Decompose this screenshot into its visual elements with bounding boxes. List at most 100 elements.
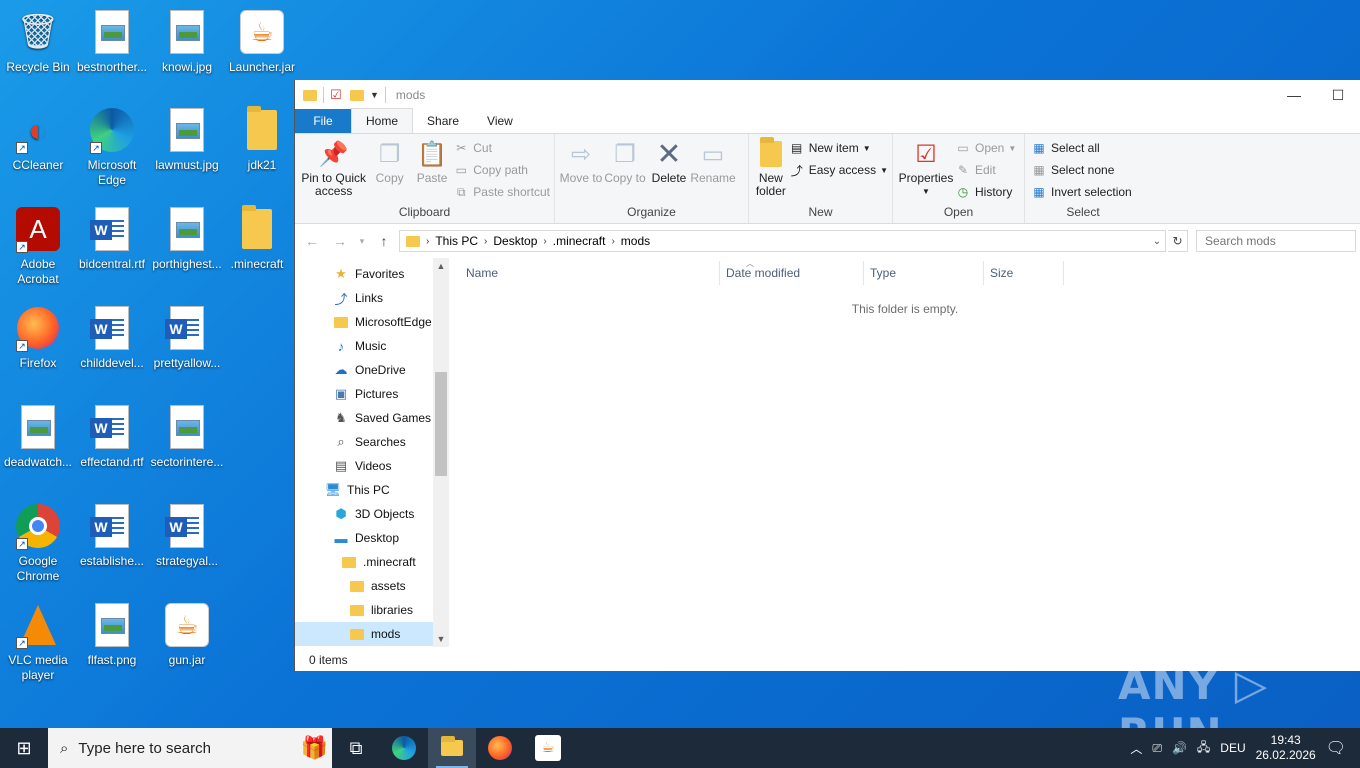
nav-item-microsoftedge[interactable]: MicrosoftEdge [295,310,449,334]
desktop-icon-lawmust[interactable]: lawmust.jpg [149,106,225,173]
nav-item-3d-objects[interactable]: ⬢ 3D Objects [295,502,449,526]
nav-item-assets[interactable]: assets [295,574,449,598]
nav-item-links[interactable]: ⤴ Links [295,286,449,310]
nav-item-searches[interactable]: ⌕ Searches [295,430,449,454]
taskbar-edge-icon[interactable] [380,728,428,768]
language-indicator[interactable]: DEU [1220,741,1245,755]
desktop-icon-vlc[interactable]: ↗ VLC media player [0,601,76,683]
desktop-icon-knowi[interactable]: knowi.jpg [149,8,225,75]
tab-view[interactable]: View [473,109,527,133]
desktop-icon-microsoft-edge[interactable]: ↗ Microsoft Edge [74,106,150,188]
chevron-down-icon[interactable]: ⌄ [1149,236,1165,247]
scroll-up-icon[interactable]: ▲ [433,258,449,274]
chevron-right-icon[interactable]: › [484,236,487,247]
minimize-icon[interactable]: — [1272,80,1316,110]
taskbar-java-icon[interactable]: ☕ [524,728,572,768]
network-icon[interactable]: 🖧 [1197,738,1210,759]
scroll-down-icon[interactable]: ▼ [433,631,449,647]
new-item-button[interactable]: ▤ New item ▼ [789,140,888,156]
desktop-icon-recycle-bin[interactable]: 🗑 Recycle Bin [0,8,76,75]
taskbar-search-box[interactable]: ⌕ Type here to search 🎁 [48,728,332,768]
forward-arrow-icon[interactable]: → [327,230,353,252]
breadcrumb-desktop[interactable]: Desktop [493,234,537,248]
desktop-icon-strategyal[interactable]: W strategyal... [149,502,225,569]
desktop-icon-sectorintere[interactable]: sectorintere... [149,403,225,470]
word-doc-icon: W [88,403,136,451]
tab-home[interactable]: Home [351,108,414,133]
refresh-icon[interactable]: ↻ [1168,230,1188,252]
chevron-right-icon[interactable]: › [543,236,546,247]
desktop-icon-launcher-jar[interactable]: ☕ Launcher.jar [224,8,300,75]
desktop-icon-jdk21[interactable]: jdk21 [224,106,300,173]
desktop-icon-gun-jar[interactable]: ☕ gun.jar [149,601,225,668]
nav-item-saved-games[interactable]: ♞ Saved Games [295,406,449,430]
connect-device-icon[interactable]: ⎚ [1152,741,1162,756]
nav-item-favorites[interactable]: ★ Favorites [295,262,449,286]
select-all-button[interactable]: ▦ Select all [1031,140,1132,156]
nav-item-desktop[interactable]: ▬ Desktop [295,526,449,550]
breadcrumb-mods[interactable]: mods [621,234,650,248]
nav-item-pictures[interactable]: ▣ Pictures [295,382,449,406]
properties-check-icon[interactable]: ☑ [330,88,344,102]
desktop-icon-ccleaner[interactable]: ◐ ↗ CCleaner [0,106,76,173]
breadcrumb-minecraft[interactable]: .minecraft [553,234,606,248]
desktop-icon-prettyallow[interactable]: W prettyallow... [149,304,225,371]
chevron-right-icon[interactable]: › [611,236,614,247]
tab-file[interactable]: File [295,109,351,133]
taskbar-firefox-icon[interactable] [476,728,524,768]
nav-item-minecraft[interactable]: .minecraft [295,550,449,574]
clock[interactable]: 19:43 26.02.2026 [1256,733,1316,763]
notification-icon[interactable]: 🗨 [1326,738,1346,758]
desktop-icon-porthighest[interactable]: porthighest... [149,205,225,272]
address-bar[interactable]: › This PC › Desktop › .minecraft › mods … [399,230,1166,252]
desktop-icon-minecraft[interactable]: .minecraft [224,205,290,272]
maximize-icon[interactable]: ☐ [1316,80,1360,110]
nav-item-music[interactable]: ♪ Music [295,334,449,358]
recent-locations-chevron-icon[interactable]: ▾ [355,230,369,252]
column-size[interactable]: Size [984,261,1064,285]
history-button[interactable]: ◷ History [955,184,1016,200]
desktop-icon-establishe[interactable]: W establishe... [74,502,150,569]
chevron-right-icon[interactable]: › [426,236,429,247]
edit-button[interactable]: ✎ Edit [955,162,1016,178]
task-view-icon[interactable]: ⧉ [332,728,380,768]
new-folder-quick-icon[interactable] [350,88,364,102]
desktop-icon-flfast[interactable]: flfast.png [74,601,150,668]
select-none-button[interactable]: ▦ Select none [1031,162,1132,178]
column-type[interactable]: Type [864,261,984,285]
nav-item-this-pc[interactable]: 🖥 This PC [295,478,449,502]
taskbar-file-explorer-icon[interactable] [428,728,476,768]
desktop-icon-bidcentral[interactable]: W bidcentral.rtf [74,205,150,272]
copy-path-button[interactable]: ▭ Copy path [453,162,550,178]
nav-scrollbar[interactable]: ▲ ▼ [433,258,449,647]
volume-icon[interactable]: 🔊 [1172,741,1187,755]
search-input[interactable] [1196,230,1356,252]
windows-start-icon[interactable]: ⊞ [0,728,48,768]
chevron-up-icon[interactable]: ︿ [1130,740,1142,757]
open-button[interactable]: ▭ Open ▼ [955,140,1016,156]
breadcrumb-this-pc[interactable]: This PC [435,234,478,248]
desktop-icon-effectand[interactable]: W effectand.rtf [74,403,150,470]
quick-access-dropdown-icon[interactable]: ▼ [370,90,379,100]
up-arrow-icon[interactable]: ↑ [371,230,397,252]
back-arrow-icon[interactable]: ← [299,230,325,252]
tab-share[interactable]: Share [413,109,473,133]
column-name[interactable]: Name [460,261,720,285]
nav-item-onedrive[interactable]: ☁ OneDrive [295,358,449,382]
nav-item-libraries[interactable]: libraries [295,598,449,622]
desktop-icon-deadwatch[interactable]: deadwatch... [0,403,76,470]
nav-item-videos[interactable]: ▤ Videos [295,454,449,478]
desktop-icon-firefox[interactable]: ↗ Firefox [0,304,76,371]
edit-icon: ✎ [957,163,969,177]
column-date-modified[interactable]: Date modified [720,261,864,285]
easy-access-button[interactable]: ⤴ Easy access ▼ [789,162,888,178]
nav-item-mods[interactable]: mods [295,622,434,646]
invert-selection-button[interactable]: ▦ Invert selection [1031,184,1131,200]
paste-shortcut-button[interactable]: ⧉ Paste shortcut [453,184,550,200]
desktop-icon-google-chrome[interactable]: ↗ Google Chrome [0,502,76,584]
desktop-icon-childdevel[interactable]: W childdevel... [74,304,150,371]
cut-button[interactable]: ✂ Cut [453,140,550,156]
scroll-thumb[interactable] [435,372,447,476]
desktop-icon-adobe-acrobat[interactable]: A ↗ Adobe Acrobat [0,205,76,287]
desktop-icon-bestnorther[interactable]: bestnorther... [74,8,150,75]
